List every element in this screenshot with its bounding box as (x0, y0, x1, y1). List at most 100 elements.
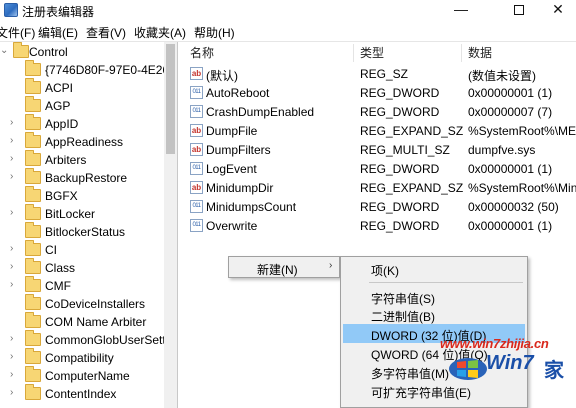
folder-icon (25, 384, 41, 400)
windows-logo-icon (449, 358, 487, 380)
expand-chevron-icon[interactable]: › (10, 207, 13, 218)
expanded-chevron-icon[interactable]: ⌄ (0, 45, 8, 56)
expand-chevron-icon[interactable]: › (10, 387, 13, 398)
value-row[interactable]: 011 AutoReboot REG_DWORD 0x00000001 (1) (184, 83, 576, 102)
folder-icon (25, 276, 41, 292)
tree-node[interactable]: › BackupRestore (0, 168, 164, 187)
value-name: LogEvent (206, 162, 257, 176)
expand-chevron-icon[interactable]: › (10, 333, 13, 344)
folder-icon (25, 258, 41, 274)
value-data: 0x00000001 (1) (468, 219, 553, 233)
close-button[interactable]: ✕ (540, 0, 576, 20)
value-row[interactable]: 011 LogEvent REG_DWORD 0x00000001 (1) (184, 159, 576, 178)
tree-node[interactable]: CoDeviceInstallers (0, 294, 164, 313)
tree-node[interactable]: › AppReadiness (0, 132, 164, 151)
tree-node[interactable]: › BitLocker (0, 204, 164, 223)
tree-node[interactable]: › Compatibility (0, 348, 164, 367)
tree-node[interactable]: AGP (0, 96, 164, 115)
tree-node[interactable]: BitlockerStatus (0, 222, 164, 241)
value-row[interactable]: ab (默认) REG_SZ (数值未设置) (184, 64, 576, 83)
expand-chevron-icon[interactable]: › (10, 153, 13, 164)
minimize-button[interactable]: — (438, 0, 484, 20)
value-type: REG_DWORD (360, 200, 440, 214)
tree-node[interactable]: {7746D80F-97E0-4E26- (0, 60, 173, 79)
column-header-name[interactable]: 名称 (190, 44, 354, 62)
tree-node[interactable]: › ComputerName (0, 366, 164, 385)
column-header-type[interactable]: 类型 (360, 44, 462, 62)
submenu-arrow-icon: › (329, 260, 333, 271)
menu-view[interactable]: 查看(V) (86, 24, 126, 41)
folder-icon (25, 168, 41, 184)
folder-icon (25, 294, 41, 310)
tree-node[interactable]: › CI (0, 240, 164, 259)
value-row[interactable]: 011 MinidumpsCount REG_DWORD 0x00000032 (50… (184, 197, 576, 216)
tree-node-label: Compatibility (45, 351, 114, 365)
string-value-icon: ab (190, 67, 203, 80)
tree-node-label: ACPI (45, 81, 74, 95)
tree-node[interactable]: ACPI (0, 78, 164, 97)
expand-chevron-icon[interactable]: › (10, 171, 13, 182)
value-row[interactable]: 011 Overwrite REG_DWORD 0x00000001 (1) (184, 216, 576, 235)
menu-edit[interactable]: 编辑(E) (38, 24, 78, 41)
value-name: DumpFilters (206, 143, 271, 157)
value-data: 0x00000001 (1) (468, 86, 553, 100)
submenu-item[interactable]: 二进制值(B) (343, 305, 525, 324)
menu-favorites[interactable]: 收藏夹(A) (134, 24, 186, 41)
value-data: 0x00000007 (7) (468, 105, 553, 119)
tree-node-label: CMF (45, 279, 71, 293)
tree-node-label: BitLocker (45, 207, 96, 221)
binary-value-icon: 011 (190, 86, 203, 99)
tree-scrollbar[interactable] (164, 42, 177, 408)
expand-chevron-icon[interactable]: › (10, 279, 13, 290)
binary-value-icon: 011 (190, 219, 203, 232)
folder-icon (25, 240, 41, 256)
tree-node[interactable]: BGFX (0, 186, 164, 205)
expand-chevron-icon[interactable]: › (10, 261, 13, 272)
expand-chevron-icon[interactable]: › (10, 117, 13, 128)
maximize-button[interactable] (496, 0, 542, 20)
registry-tree[interactable]: ⌄ Control {7746D80F-97E0-4E26- ACPI AGP › Ap… (0, 42, 178, 408)
submenu-item[interactable]: 项(K) (343, 259, 525, 278)
tree-node[interactable]: › Class (0, 258, 164, 277)
expand-chevron-icon[interactable]: › (10, 135, 13, 146)
folder-icon (25, 96, 41, 112)
tree-node-control[interactable]: ⌄ Control (0, 42, 164, 61)
expand-chevron-icon[interactable]: › (10, 351, 13, 362)
folder-icon (25, 78, 41, 94)
menu-item-new[interactable]: 新建(N) (257, 261, 298, 278)
value-type: REG_DWORD (360, 162, 440, 176)
tree-node-label: CommonGlobUserSett (45, 333, 166, 347)
value-type: REG_EXPAND_SZ (360, 181, 464, 195)
submenu-item[interactable]: 字符串值(S) (343, 287, 525, 306)
tree-node[interactable]: › ContentIndex (0, 384, 164, 403)
tree-node[interactable]: › Arbiters (0, 150, 164, 169)
folder-icon (25, 150, 41, 166)
tree-node-label: COM Name Arbiter (45, 315, 147, 329)
value-row[interactable]: 011 CrashDumpEnabled REG_DWORD 0x00000007 (… (184, 102, 576, 121)
tree-node[interactable]: › CommonGlobUserSett (0, 330, 166, 349)
value-name: Overwrite (206, 219, 258, 233)
value-data: %SystemRoot%\Mini (468, 181, 576, 195)
menu-bar: 文件(F) 编辑(E) 查看(V) 收藏夹(A) 帮助(H) (0, 22, 576, 42)
menu-file[interactable]: 文件(F) (0, 24, 35, 41)
expand-chevron-icon[interactable]: › (10, 243, 13, 254)
value-name: CrashDumpEnabled (206, 105, 315, 119)
submenu-item[interactable]: 可扩充字符串值(E) (343, 381, 525, 400)
watermark-url: www.win7zhijia.cn (440, 336, 549, 351)
tree-node-label: {7746D80F-97E0-4E26- (45, 63, 174, 77)
value-row[interactable]: ab DumpFile REG_EXPAND_SZ %SystemRoot%\MEM (184, 121, 576, 140)
value-data: 0x00000001 (1) (468, 162, 553, 176)
menu-help[interactable]: 帮助(H) (194, 24, 235, 41)
context-menu: 新建(N) › (228, 256, 340, 278)
tree-node[interactable]: COM Name Arbiter (0, 312, 164, 331)
expand-chevron-icon[interactable]: › (10, 369, 13, 380)
submenu-item-label: 可扩充字符串值(E) (371, 386, 471, 400)
value-row[interactable]: ab MinidumpDir REG_EXPAND_SZ %SystemRoot%\M… (184, 178, 576, 197)
tree-node[interactable]: › CMF (0, 276, 164, 295)
tree-node[interactable]: › AppID (0, 114, 164, 133)
value-row[interactable]: ab DumpFilters REG_MULTI_SZ dumpfve.sys (184, 140, 576, 159)
maximize-icon (514, 5, 524, 15)
tree-scrollbar-thumb[interactable] (166, 44, 175, 154)
value-type: REG_SZ (360, 67, 409, 81)
column-header-data[interactable]: 数据 (468, 44, 576, 62)
